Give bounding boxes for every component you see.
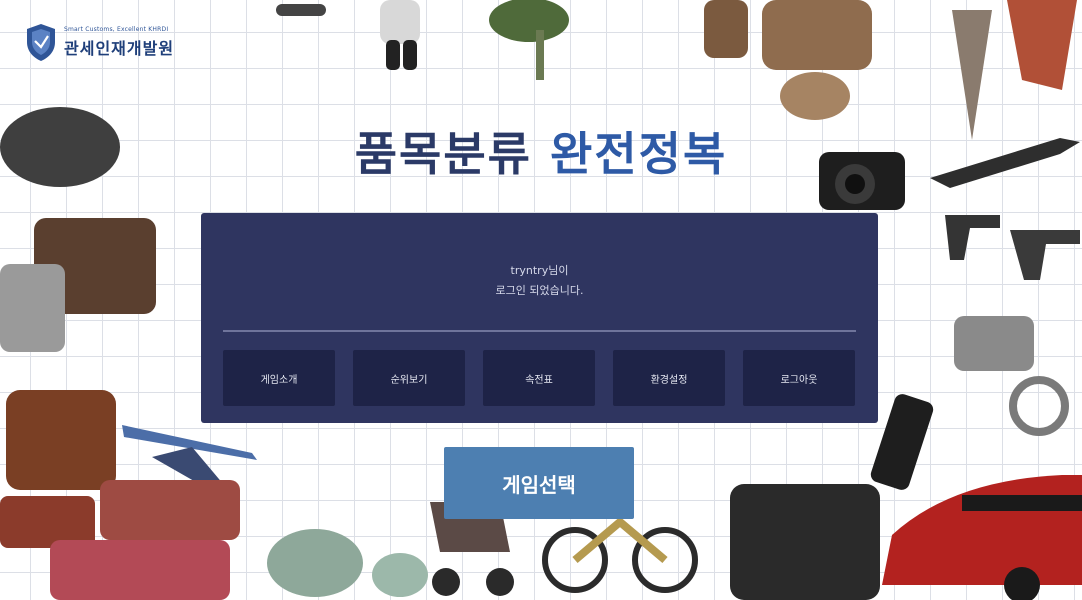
panel-divider [223, 330, 856, 332]
title-part-2: 완전정복 [550, 127, 728, 181]
plant-icon [489, 0, 569, 80]
logo: Smart Customs, Excellent KHRDI 관세인재개발원 [24, 22, 174, 62]
welcome-line-1: tryntry님이 [510, 264, 569, 277]
settings-button[interactable]: 환경설정 [613, 350, 725, 406]
baskets-icon [704, 0, 872, 120]
title-part-1: 품목분류 [354, 127, 532, 181]
page-title: 품목분류 완전정복 [0, 118, 1082, 184]
brown-bag-icon [6, 390, 116, 490]
menu-bar: 게임소개 순위보기 속전표 환경설정 로그아웃 [223, 350, 855, 406]
cheese-grater-icon [380, 0, 420, 70]
ranking-button[interactable]: 순위보기 [353, 350, 465, 406]
logout-button[interactable]: 로그아웃 [743, 350, 855, 406]
game-intro-button[interactable]: 게임소개 [223, 350, 335, 406]
quick-table-button[interactable]: 속전표 [483, 350, 595, 406]
handbags-icon [0, 218, 156, 352]
red-car-icon [882, 475, 1082, 600]
pistols-icon [945, 215, 1080, 280]
shield-logo-icon [27, 24, 55, 61]
teapot-set-icon [267, 529, 428, 597]
login-panel: tryntry님이 로그인 되었습니다. 게임소개 순위보기 속전표 환경설정 … [201, 213, 878, 423]
logo-slogan: Smart Customs, Excellent KHRDI [64, 25, 169, 33]
welcome-line-2: 로그인 되었습니다. [495, 284, 584, 297]
welcome-message: tryntry님이 로그인 되었습니다. [201, 261, 878, 301]
fabric-rolls-icon [0, 480, 240, 600]
logo-name: 관세인재개발원 [64, 38, 175, 58]
decor-tool [276, 4, 326, 16]
handcuffs-icon [954, 316, 1069, 436]
game-select-button[interactable]: 게임선택 [444, 447, 634, 519]
